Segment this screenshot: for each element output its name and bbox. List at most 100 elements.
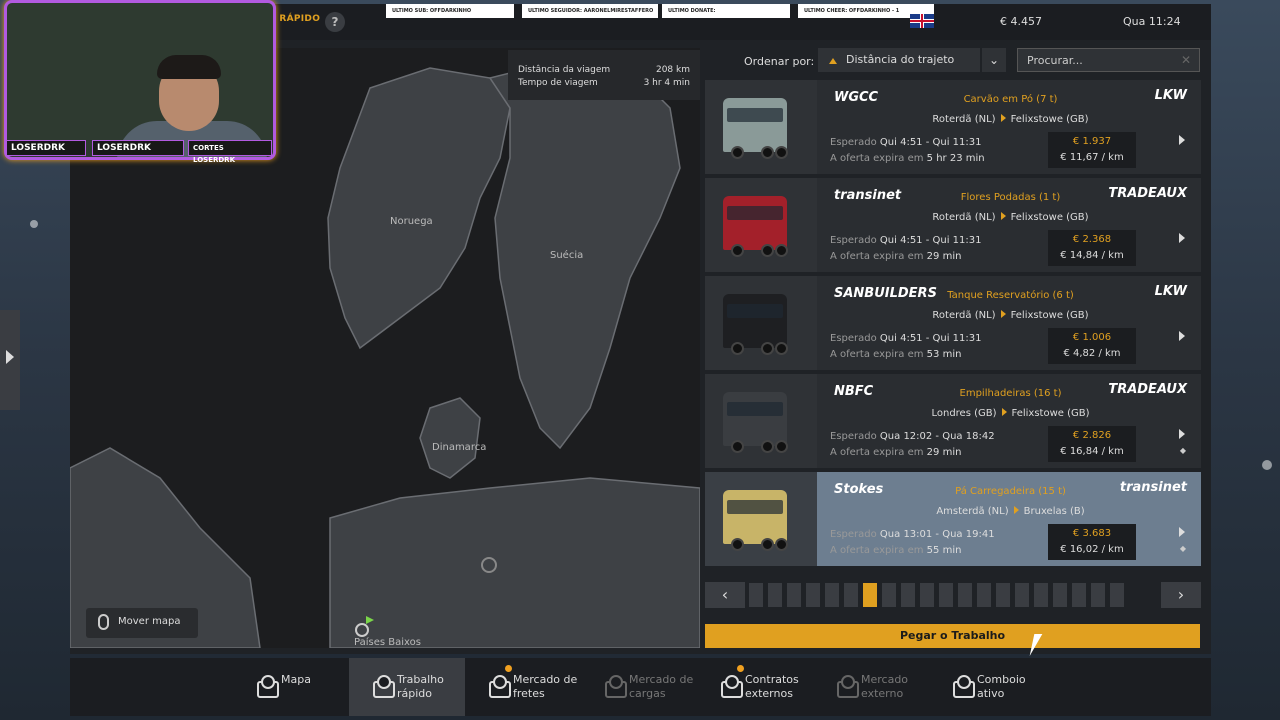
wheel-icon xyxy=(761,342,774,355)
uk-flag-icon[interactable] xyxy=(910,14,934,28)
page-indicator[interactable] xyxy=(768,583,782,607)
page-indicator[interactable] xyxy=(977,583,991,607)
play-icon[interactable] xyxy=(1179,331,1185,341)
page-indicator[interactable] xyxy=(787,583,801,607)
nav-globe-contracts[interactable]: Contratos externos xyxy=(697,658,813,716)
truck-thumbnail xyxy=(705,80,817,174)
search-placeholder: Procurar... xyxy=(1027,54,1083,67)
page-indicator[interactable] xyxy=(806,583,820,607)
nav-map[interactable]: Mapa xyxy=(233,658,349,716)
page-indicator[interactable] xyxy=(958,583,972,607)
route-to: Bruxelas (B) xyxy=(1023,506,1085,517)
wheel-icon xyxy=(761,440,774,453)
nav-clock-box[interactable]: Trabalho rápido xyxy=(349,658,465,716)
expected-time: Esperado Qui 4:51 - Qui 11:31 xyxy=(830,235,982,246)
route-from: Londres (GB) xyxy=(931,408,997,419)
side-expand-tab[interactable] xyxy=(0,310,20,410)
page-indicator[interactable] xyxy=(882,583,896,607)
price-box: € 1.006 € 4,82 / km xyxy=(1048,328,1136,364)
clear-icon[interactable]: ✕ xyxy=(1181,53,1191,67)
wheel-icon xyxy=(775,146,788,159)
nav-label: Mercado externo xyxy=(861,673,909,700)
page-indicator[interactable] xyxy=(844,583,858,607)
map-icon xyxy=(255,674,283,700)
job-offer-row[interactable]: Stokes transinet Pá Carregadeira (15 t) … xyxy=(705,472,1201,566)
youtube-tag: CORTES LOSERDRK xyxy=(188,140,272,164)
take-job-button[interactable]: Pegar o Trabalho xyxy=(705,624,1200,648)
job-offer-row[interactable]: transinet TRADEAUX Flores Podadas (1 t) … xyxy=(705,178,1201,272)
page-indicator[interactable] xyxy=(939,583,953,607)
expected-value: Qua 13:01 - Qua 19:41 xyxy=(879,529,995,540)
expected-value: Qui 4:51 - Qui 11:31 xyxy=(879,235,982,246)
sort-label: Ordenar por: xyxy=(744,55,815,68)
cargo-name: Tanque Reservatório (6 t) xyxy=(947,290,1074,301)
page-indicator[interactable] xyxy=(863,583,877,607)
offer-label: A oferta expira em xyxy=(830,545,924,556)
play-icon[interactable] xyxy=(1179,429,1185,439)
expected-value: Qui 4:51 - Qui 11:31 xyxy=(879,137,982,148)
nav-external-market[interactable]: Mercado externo xyxy=(813,658,929,716)
page-indicator[interactable] xyxy=(1053,583,1067,607)
help-icon[interactable]: ? xyxy=(325,12,345,32)
page-indicator[interactable] xyxy=(1072,583,1086,607)
wheel-icon xyxy=(761,538,774,551)
streamer-hair xyxy=(157,55,221,79)
truck-icon xyxy=(723,392,787,446)
map-label-denmark: Dinamarca xyxy=(432,442,487,453)
play-icon[interactable] xyxy=(1179,527,1185,537)
truck-icon xyxy=(723,490,787,544)
expected-label: Esperado xyxy=(830,529,877,540)
search-input[interactable]: Procurar... ✕ xyxy=(1017,48,1200,72)
arrow-right-icon xyxy=(1013,506,1019,514)
nav-convoy[interactable]: Comboio ativo xyxy=(929,658,1045,716)
special-cargo-icon: ◆ xyxy=(1179,446,1186,455)
price-per-km: € 14,84 / km xyxy=(1060,250,1124,261)
page-indicator[interactable] xyxy=(1015,583,1029,607)
time-label: Tempo de viagem xyxy=(518,78,598,88)
job-offer-row[interactable]: SANBUILDERS LKW Tanque Reservatório (6 t… xyxy=(705,276,1201,370)
page-indicator[interactable] xyxy=(749,583,763,607)
wheel-icon xyxy=(775,342,788,355)
route-to: Felixstowe (GB) xyxy=(1010,212,1089,223)
offer-value: 5 hr 23 min xyxy=(926,153,985,164)
page-indicator[interactable] xyxy=(1110,583,1124,607)
play-icon[interactable] xyxy=(1179,233,1185,243)
page-indicator[interactable] xyxy=(996,583,1010,607)
route-from: Amsterdã (NL) xyxy=(936,506,1009,517)
offer-expiry: A oferta expira em 55 min xyxy=(830,545,961,556)
convoy-icon xyxy=(951,674,979,700)
page-indicator[interactable] xyxy=(901,583,915,607)
job-price: € 2.826 xyxy=(1072,430,1112,441)
webcam-overlay xyxy=(4,0,276,160)
job-offer-row[interactable]: NBFC TRADEAUX Empilhadeiras (16 t) Londr… xyxy=(705,374,1201,468)
snowflake xyxy=(1262,460,1272,470)
nav-label: Mercado de cargas xyxy=(629,673,694,700)
prev-page-button[interactable]: ‹ xyxy=(705,582,745,608)
job-price: € 2.368 xyxy=(1072,234,1112,245)
wheel-icon xyxy=(761,146,774,159)
page-indicator[interactable] xyxy=(825,583,839,607)
price-per-km: € 4,82 / km xyxy=(1063,348,1121,359)
offer-value: 29 min xyxy=(926,447,962,458)
expected-label: Esperado xyxy=(830,333,877,344)
page-indicator[interactable] xyxy=(1091,583,1105,607)
next-page-button[interactable]: › xyxy=(1161,582,1201,608)
pager: ‹ › xyxy=(705,582,1201,608)
distance-label: Distância da viagem xyxy=(518,65,611,75)
nav-label: Contratos externos xyxy=(745,673,799,700)
job-offer-row[interactable]: WGCC LKW Carvão em Pó (7 t) Roterdã (NL)… xyxy=(705,80,1201,174)
price-per-km: € 16,02 / km xyxy=(1060,544,1124,555)
page-indicator[interactable] xyxy=(920,583,934,607)
nav-cargo-market[interactable]: Mercado de cargas xyxy=(581,658,697,716)
external-market-icon xyxy=(835,674,863,700)
cargo-name: Pá Carregadeira (15 t) xyxy=(955,486,1066,497)
chevron-down-icon[interactable]: ⌄ xyxy=(982,48,1006,72)
play-icon[interactable] xyxy=(1179,135,1185,145)
special-cargo-icon: ◆ xyxy=(1179,544,1186,553)
truck-thumbnail xyxy=(705,178,817,272)
nav-freight-market[interactable]: Mercado de fretes xyxy=(465,658,581,716)
page-indicator[interactable] xyxy=(1034,583,1048,607)
notification-dot xyxy=(737,665,744,672)
sort-select[interactable]: Distância do trajeto xyxy=(818,48,980,72)
price-box: € 2.826 € 16,84 / km xyxy=(1048,426,1136,462)
